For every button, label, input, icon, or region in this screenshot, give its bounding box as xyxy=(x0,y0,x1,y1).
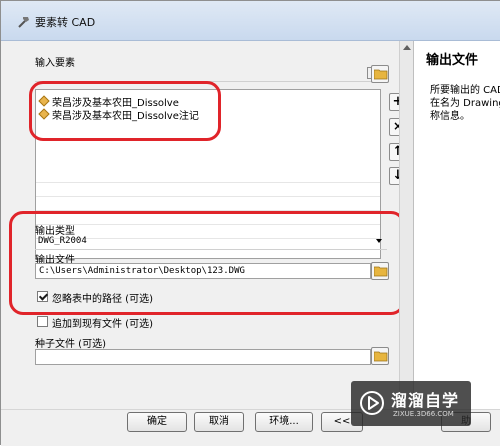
help-title: 输出文件 xyxy=(426,53,479,68)
environments-button[interactable]: 环境... xyxy=(255,412,313,432)
seed-file-label: 种子文件 (可选) xyxy=(35,339,106,350)
highlight-output-settings xyxy=(9,211,405,315)
watermark: 溜溜自学 ZIXUE.3D66.COM xyxy=(351,381,471,426)
play-logo-icon xyxy=(360,391,384,415)
vertical-scrollbar[interactable] xyxy=(399,41,413,411)
folder-icon xyxy=(374,351,388,362)
seed-file-browse-button[interactable] xyxy=(371,347,389,365)
row-divider xyxy=(36,182,380,183)
title-bar[interactable]: 要素转 CAD xyxy=(1,1,500,41)
help-text-line: 称信息。 xyxy=(430,111,470,122)
hammer-icon xyxy=(18,17,29,28)
input-features-combo[interactable] xyxy=(35,66,381,82)
row-divider xyxy=(36,196,380,197)
input-features-browse-button[interactable] xyxy=(371,65,389,83)
highlight-input-items xyxy=(29,81,221,141)
watermark-subtitle: ZIXUE.3D66.COM xyxy=(393,410,454,418)
append-label: 追加到现有文件 (可选) xyxy=(52,319,153,330)
ok-button[interactable]: 确定 xyxy=(127,412,187,432)
window-title: 要素转 CAD xyxy=(35,16,96,29)
append-checkbox[interactable] xyxy=(37,316,48,327)
feature-to-cad-dialog: 要素转 CAD 输入要素 荣昌涉及基本农田_Dissolve 荣昌涉及基本农田_… xyxy=(0,0,500,446)
scroll-up-icon[interactable] xyxy=(403,45,411,50)
watermark-title: 溜溜自学 xyxy=(391,391,460,410)
help-panel: 输出文件 所要输出的 CAD 在名为 Drawing 称信息。 xyxy=(413,41,500,411)
cancel-button[interactable]: 取消 xyxy=(194,412,244,432)
seed-file-input[interactable] xyxy=(35,349,371,365)
folder-icon xyxy=(374,69,388,80)
